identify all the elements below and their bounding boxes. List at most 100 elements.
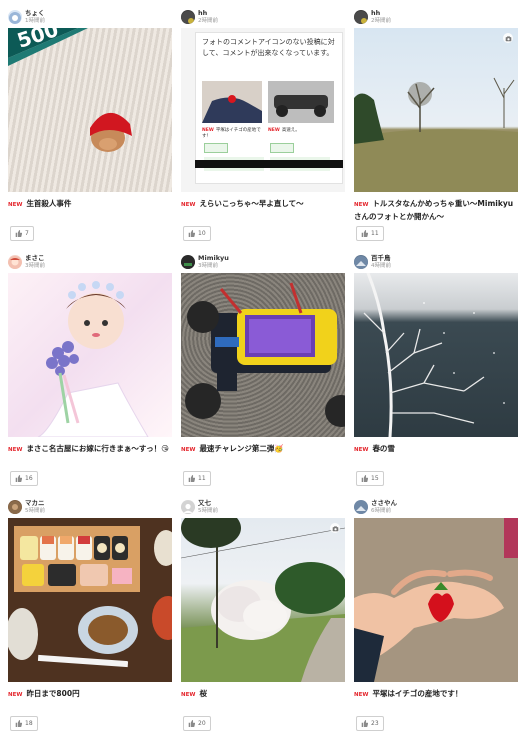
like-count: 11 [371,230,379,237]
post-header: まさこ 3時間前 [8,251,172,273]
like-button[interactable]: 16 [10,471,38,486]
username[interactable]: マカニ [25,499,45,507]
like-count: 16 [25,475,33,482]
username[interactable]: 又七 [198,499,218,507]
new-badge: NEW [181,692,196,698]
thumbs-up-icon [188,720,195,727]
username[interactable]: 百千鳥 [371,254,391,262]
post-photo[interactable] [354,518,518,682]
post-grid: ちょく 1時間前 500 NEW 生首殺人事件 7 hh 2時間前 フォトのコメ… [8,6,518,733]
username[interactable]: Mimikyu [198,254,229,262]
post-photo[interactable] [181,518,345,682]
post-card[interactable]: hh 2時間前 フォトのコメントアイコンのない投稿に対して、コメントが出来なくな… [181,6,345,243]
post-photo[interactable] [8,518,172,682]
post-card[interactable]: ちょく 1時間前 500 NEW 生首殺人事件 7 [8,6,172,243]
like-count: 18 [25,720,33,727]
new-badge: NEW [181,202,196,208]
post-card[interactable]: まさこ 3時間前 NEWまさこ名古屋にお嫁に行きまぁ〜すっ！� [8,251,172,488]
post-photo[interactable]: 500 [8,28,172,192]
post-title[interactable]: NEW えらいこっちゃ〜早よ直して〜 [181,198,345,211]
post-title[interactable]: NEW 生首殺人事件 [8,198,172,211]
post-time: 5時間前 [198,508,218,514]
like-count: 20 [198,720,206,727]
post-card[interactable]: 又七 5時間前 NEW 桜 20 [181,496,345,733]
like-button[interactable]: 7 [10,226,34,241]
avatar[interactable] [8,255,22,269]
post-card[interactable]: hh 2時間前 NEW トルスタなんかめっちゃ重い〜Mimikyuさんのフォトとか… [354,6,518,243]
avatar[interactable] [8,500,22,514]
username[interactable]: hh [198,9,218,17]
avatar[interactable] [354,500,368,514]
screenshot-message: フォトのコメントアイコンのない投稿に対して、コメントが出来なくなっています。 [202,38,335,57]
post-photo[interactable]: フォトのコメントアイコンのない投稿に対して、コメントが出来なくなっています。 N… [181,28,345,192]
post-header: 百千鳥 4時間前 [354,251,518,273]
avatar[interactable] [181,10,195,24]
thumbs-up-icon [15,720,22,727]
like-count: 23 [371,720,379,727]
post-title[interactable]: NEW 最速チャレンジ第二弾🥳 [181,443,345,456]
avatar[interactable] [181,255,195,269]
post-time: 3時間前 [198,263,218,269]
like-button[interactable]: 15 [356,471,384,486]
thumbs-up-icon [361,230,368,237]
username[interactable]: ささやん [371,499,397,507]
post-time: 5時間前 [25,508,45,514]
thumbs-up-icon [361,720,368,727]
like-button[interactable]: 11 [356,226,384,241]
new-badge: NEW [181,447,196,453]
like-button[interactable]: 10 [183,226,211,241]
like-button[interactable]: 18 [10,716,38,731]
post-title[interactable]: NEW トルスタなんかめっちゃ重い〜Mimikyuさんのフォトとか開かん〜 [354,198,518,222]
post-photo[interactable] [8,273,172,437]
camera-icon[interactable] [503,33,513,43]
avatar[interactable] [354,255,368,269]
post-header: hh 2時間前 [354,6,518,28]
post-header: 又七 5時間前 [181,496,345,518]
new-badge: NEW [8,692,23,698]
post-header: hh 2時間前 [181,6,345,28]
post-header: ちょく 1時間前 [8,6,172,28]
new-badge: NEW [354,202,369,208]
thumbs-up-icon [188,230,195,237]
post-time: 1時間前 [25,18,45,24]
post-time: 4時間前 [371,263,391,269]
post-title[interactable]: NEW 昨日まで800円 [8,688,172,701]
post-time: 2時間前 [198,18,218,24]
new-badge: NEW [354,692,369,698]
post-title[interactable]: NEW 桜 [181,688,345,701]
post-time: 6時間前 [371,508,391,514]
thumbs-up-icon [361,475,368,482]
new-badge: NEW [8,202,23,208]
post-title[interactable]: NEW 春の雪 [354,443,518,456]
post-header: Mimikyu 3時間前 [181,251,345,273]
post-photo[interactable] [181,273,345,437]
username[interactable]: hh [371,9,391,17]
post-header: ささやん 6時間前 [354,496,518,518]
post-title[interactable]: NEW まさこ名古屋にお嫁に行きまぁ〜すっ！😘 [8,443,172,456]
like-count: 15 [371,475,379,482]
post-time: 2時間前 [371,18,391,24]
avatar[interactable] [181,500,195,514]
post-card[interactable]: ささやん 6時間前 NEW 平塚はイチゴの産地です！ 23 [354,496,518,733]
avatar[interactable] [354,10,368,24]
post-photo[interactable] [354,273,518,437]
post-card[interactable]: Mimikyu 3時間前 NEW 最速チャレンジ第二弾🥳 11 [181,251,345,488]
avatar[interactable] [8,10,22,24]
username[interactable]: まさこ [25,254,45,262]
post-photo[interactable] [354,28,518,192]
new-badge: NEW [354,447,369,453]
like-button[interactable]: 11 [183,471,211,486]
like-button[interactable]: 23 [356,716,384,731]
screenshot-mini-title: 高速え。 [281,128,300,133]
thumbs-up-icon [15,230,22,237]
post-title[interactable]: NEW 平塚はイチゴの産地です！ [354,688,518,701]
camera-icon[interactable] [330,523,340,533]
thumbs-up-icon [188,475,195,482]
like-count: 7 [25,230,29,237]
like-button[interactable]: 20 [183,716,211,731]
post-header: マカニ 5時間前 [8,496,172,518]
post-card[interactable]: マカニ 5時間前 NEW 昨日まで800円 18 [8,496,172,733]
post-card[interactable]: 百千鳥 4時間前 NEW 春の雪 15 [354,251,518,488]
username[interactable]: ちょく [25,9,45,17]
like-count: 11 [198,475,206,482]
